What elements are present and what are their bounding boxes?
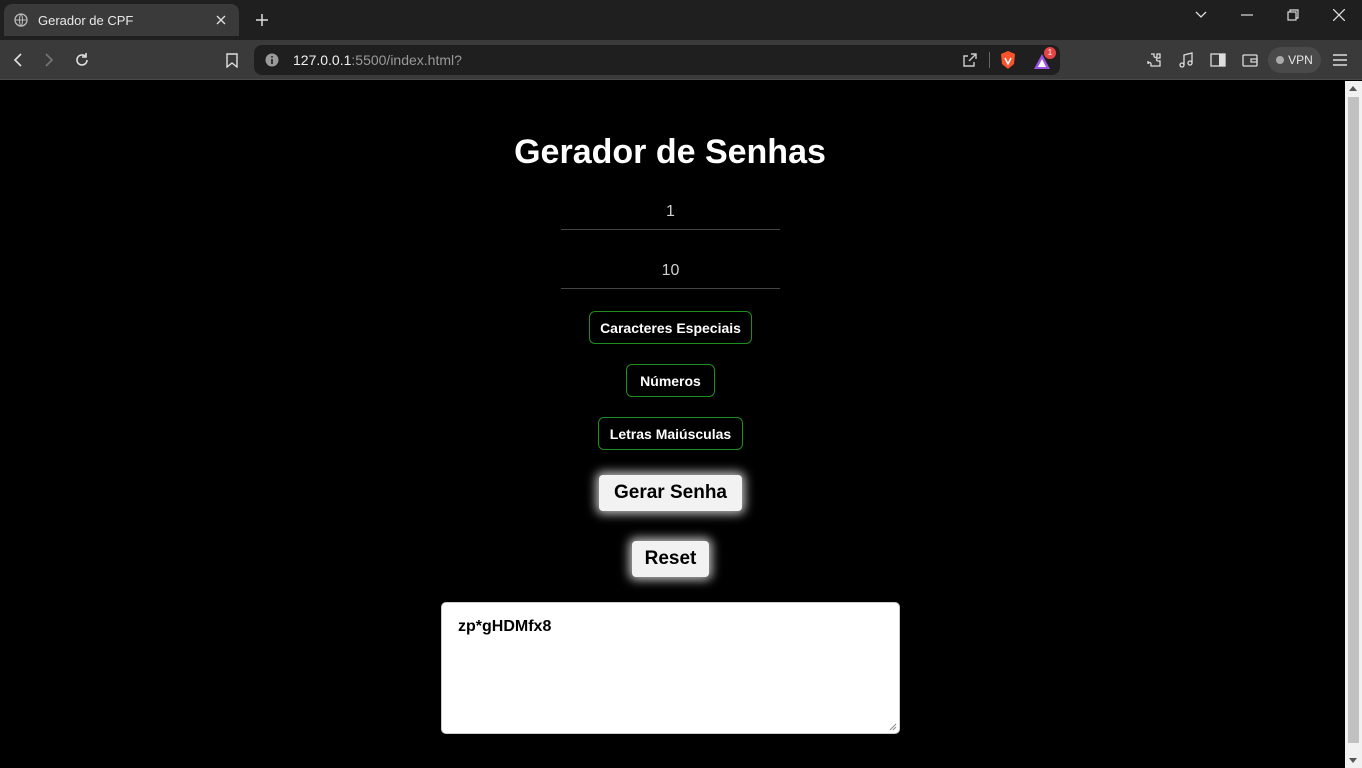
brave-shield-icon[interactable] [998, 50, 1018, 70]
url-path: :5500/index.html? [351, 52, 462, 68]
close-icon[interactable] [1316, 0, 1362, 30]
password-output-text: zp*gHDMfx8 [458, 618, 552, 635]
forward-icon[interactable] [37, 48, 61, 72]
scroll-thumb[interactable] [1348, 97, 1359, 743]
numbers-button[interactable]: Números [626, 364, 715, 397]
restore-icon[interactable] [1270, 0, 1316, 30]
sidebar-icon[interactable] [1206, 48, 1230, 72]
uppercase-button[interactable]: Letras Maiúsculas [598, 417, 743, 450]
music-icon[interactable] [1174, 48, 1198, 72]
url-divider [989, 52, 990, 68]
bookmark-icon[interactable] [220, 48, 244, 72]
browser-tab[interactable]: Gerador de CPF [4, 4, 239, 36]
url-text[interactable]: 127.0.0.1:5500/index.html? [293, 52, 462, 68]
rewards-badge: 1 [1044, 47, 1056, 59]
info-icon[interactable] [264, 52, 280, 68]
scroll-up-icon[interactable] [1349, 86, 1357, 91]
page-viewport: Gerador de Senhas Caracteres Especiais N… [0, 81, 1345, 768]
close-icon[interactable] [213, 12, 229, 28]
url-host: 127.0.0.1 [293, 52, 352, 68]
back-icon[interactable] [6, 48, 30, 72]
generate-password-button[interactable]: Gerar Senha [599, 475, 742, 511]
scroll-down-icon[interactable] [1349, 758, 1357, 763]
minimize-icon[interactable] [1224, 0, 1270, 30]
reset-button[interactable]: Reset [632, 541, 709, 577]
address-bar[interactable]: 127.0.0.1:5500/index.html? 1 [254, 45, 1060, 75]
globe-icon [14, 13, 28, 27]
menu-icon[interactable] [1328, 48, 1352, 72]
reload-icon[interactable] [70, 48, 94, 72]
page-title: Gerador de Senhas [514, 133, 826, 171]
share-icon[interactable] [960, 50, 980, 70]
extensions-icon[interactable] [1142, 48, 1166, 72]
vpn-status-icon [1276, 56, 1285, 64]
resize-handle-icon[interactable] [887, 721, 897, 731]
length-field-2[interactable] [561, 253, 780, 289]
tab-title: Gerador de CPF [38, 12, 134, 28]
wallet-icon[interactable] [1238, 48, 1262, 72]
browser-toolbar: 127.0.0.1:5500/index.html? 1 VPN [0, 40, 1362, 80]
tab-strip: Gerador de CPF [0, 0, 1362, 40]
plus-icon[interactable] [252, 10, 272, 30]
page-scrollbar[interactable] [1345, 81, 1362, 768]
vpn-button[interactable]: VPN [1268, 47, 1321, 73]
special-chars-button[interactable]: Caracteres Especiais [589, 311, 752, 344]
brave-rewards-icon[interactable]: 1 [1032, 47, 1056, 72]
chevron-down-icon[interactable] [1178, 0, 1224, 30]
password-output[interactable]: zp*gHDMfx8 [441, 602, 900, 734]
length-field-1[interactable] [561, 194, 780, 230]
vpn-label: VPN [1288, 53, 1313, 67]
